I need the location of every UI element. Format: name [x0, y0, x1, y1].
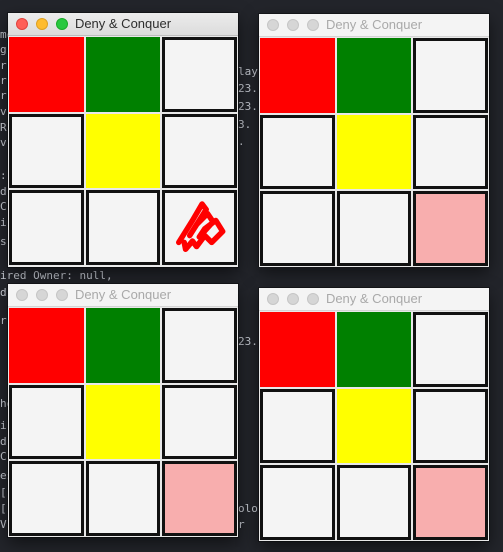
- game-window-bottom-right[interactable]: Deny & Conquer: [259, 288, 489, 541]
- game-window-top-left[interactable]: Deny & Conquer: [8, 13, 238, 267]
- terminal-line: r: [0, 59, 7, 72]
- terminal-line: C: [0, 200, 7, 213]
- board-cell-pink[interactable]: [413, 191, 488, 266]
- board-cell-white[interactable]: [85, 190, 161, 265]
- board-cell-green[interactable]: [336, 38, 412, 113]
- terminal-line: :: [0, 169, 7, 182]
- terminal-line: d: [0, 286, 7, 299]
- board-cell-white[interactable]: [413, 38, 488, 113]
- window-titlebar[interactable]: Deny & Conquer: [259, 288, 489, 311]
- board-cell-white[interactable]: [9, 113, 84, 189]
- terminal-line: 23.: [238, 82, 258, 95]
- terminal-line: V: [0, 518, 7, 531]
- board-cell-white[interactable]: [85, 461, 161, 536]
- board-cell-green[interactable]: [85, 37, 161, 112]
- terminal-line: ired Owner: null,: [0, 269, 113, 282]
- terminal-line: r: [0, 89, 7, 102]
- board-cell-white[interactable]: [336, 191, 412, 266]
- game-board[interactable]: [8, 36, 238, 266]
- terminal-line: g: [0, 43, 7, 56]
- board-cell-green[interactable]: [336, 312, 412, 387]
- board-cell-red[interactable]: [260, 38, 335, 113]
- board-cell-white[interactable]: [162, 37, 237, 112]
- terminal-line: i: [0, 419, 7, 432]
- terminal-line: d: [0, 185, 7, 198]
- board-cell-white[interactable]: [9, 384, 84, 460]
- window-titlebar[interactable]: Deny & Conquer: [8, 13, 238, 36]
- terminal-line: r: [238, 518, 245, 531]
- terminal-line: s: [0, 235, 7, 248]
- game-board[interactable]: [8, 307, 238, 537]
- board-cell-yellow[interactable]: [85, 113, 161, 189]
- game-board[interactable]: [259, 37, 489, 267]
- terminal-line: .: [238, 135, 245, 148]
- terminal-line: r: [0, 314, 7, 327]
- board-cell-white[interactable]: [162, 113, 237, 189]
- terminal-line: C: [0, 450, 7, 463]
- window-title: Deny & Conquer: [74, 16, 172, 31]
- game-board[interactable]: [259, 311, 489, 541]
- board-cell-yellow[interactable]: [336, 114, 412, 190]
- board-cell-white[interactable]: [413, 312, 488, 387]
- terminal-line: i: [0, 216, 7, 229]
- terminal-line: lay: [238, 65, 258, 78]
- board-cell-white[interactable]: [162, 190, 237, 265]
- board-cell-yellow[interactable]: [336, 388, 412, 464]
- board-cell-yellow[interactable]: [85, 384, 161, 460]
- window-titlebar[interactable]: Deny & Conquer: [8, 284, 238, 307]
- terminal-line: 23.: [238, 100, 258, 113]
- terminal-line: R: [0, 121, 7, 134]
- terminal-line: olo: [238, 502, 258, 515]
- window-title: Deny & Conquer: [325, 17, 423, 32]
- board-cell-white[interactable]: [9, 461, 84, 536]
- board-cell-white[interactable]: [336, 465, 412, 540]
- terminal-line: r: [0, 74, 7, 87]
- board-cell-white[interactable]: [162, 384, 237, 460]
- board-cell-green[interactable]: [85, 308, 161, 383]
- board-cell-white[interactable]: [413, 114, 488, 190]
- board-cell-white[interactable]: [9, 190, 84, 265]
- window-titlebar[interactable]: Deny & Conquer: [259, 14, 489, 37]
- board-cell-pink[interactable]: [162, 461, 237, 536]
- game-window-top-right[interactable]: Deny & Conquer: [259, 14, 489, 267]
- board-cell-white[interactable]: [260, 191, 335, 266]
- board-cell-red[interactable]: [9, 308, 84, 383]
- board-cell-white[interactable]: [260, 465, 335, 540]
- terminal-line: 3.: [238, 118, 252, 131]
- terminal-line: 23.: [238, 335, 258, 348]
- terminal-line: [: [0, 502, 7, 515]
- board-cell-white[interactable]: [413, 388, 488, 464]
- board-cell-white[interactable]: [260, 114, 335, 190]
- game-window-bottom-left[interactable]: Deny & Conquer: [8, 284, 238, 537]
- terminal-line: v: [0, 105, 7, 118]
- board-cell-red[interactable]: [9, 37, 84, 112]
- terminal-line: v: [0, 136, 7, 149]
- board-cell-red[interactable]: [260, 312, 335, 387]
- board-cell-white[interactable]: [260, 388, 335, 464]
- cell-scribble: [176, 201, 226, 253]
- window-title: Deny & Conquer: [74, 287, 172, 302]
- window-title: Deny & Conquer: [325, 291, 423, 306]
- board-cell-pink[interactable]: [413, 465, 488, 540]
- terminal-line: d: [0, 435, 7, 448]
- terminal-line: [: [0, 486, 7, 499]
- board-cell-white[interactable]: [162, 308, 237, 383]
